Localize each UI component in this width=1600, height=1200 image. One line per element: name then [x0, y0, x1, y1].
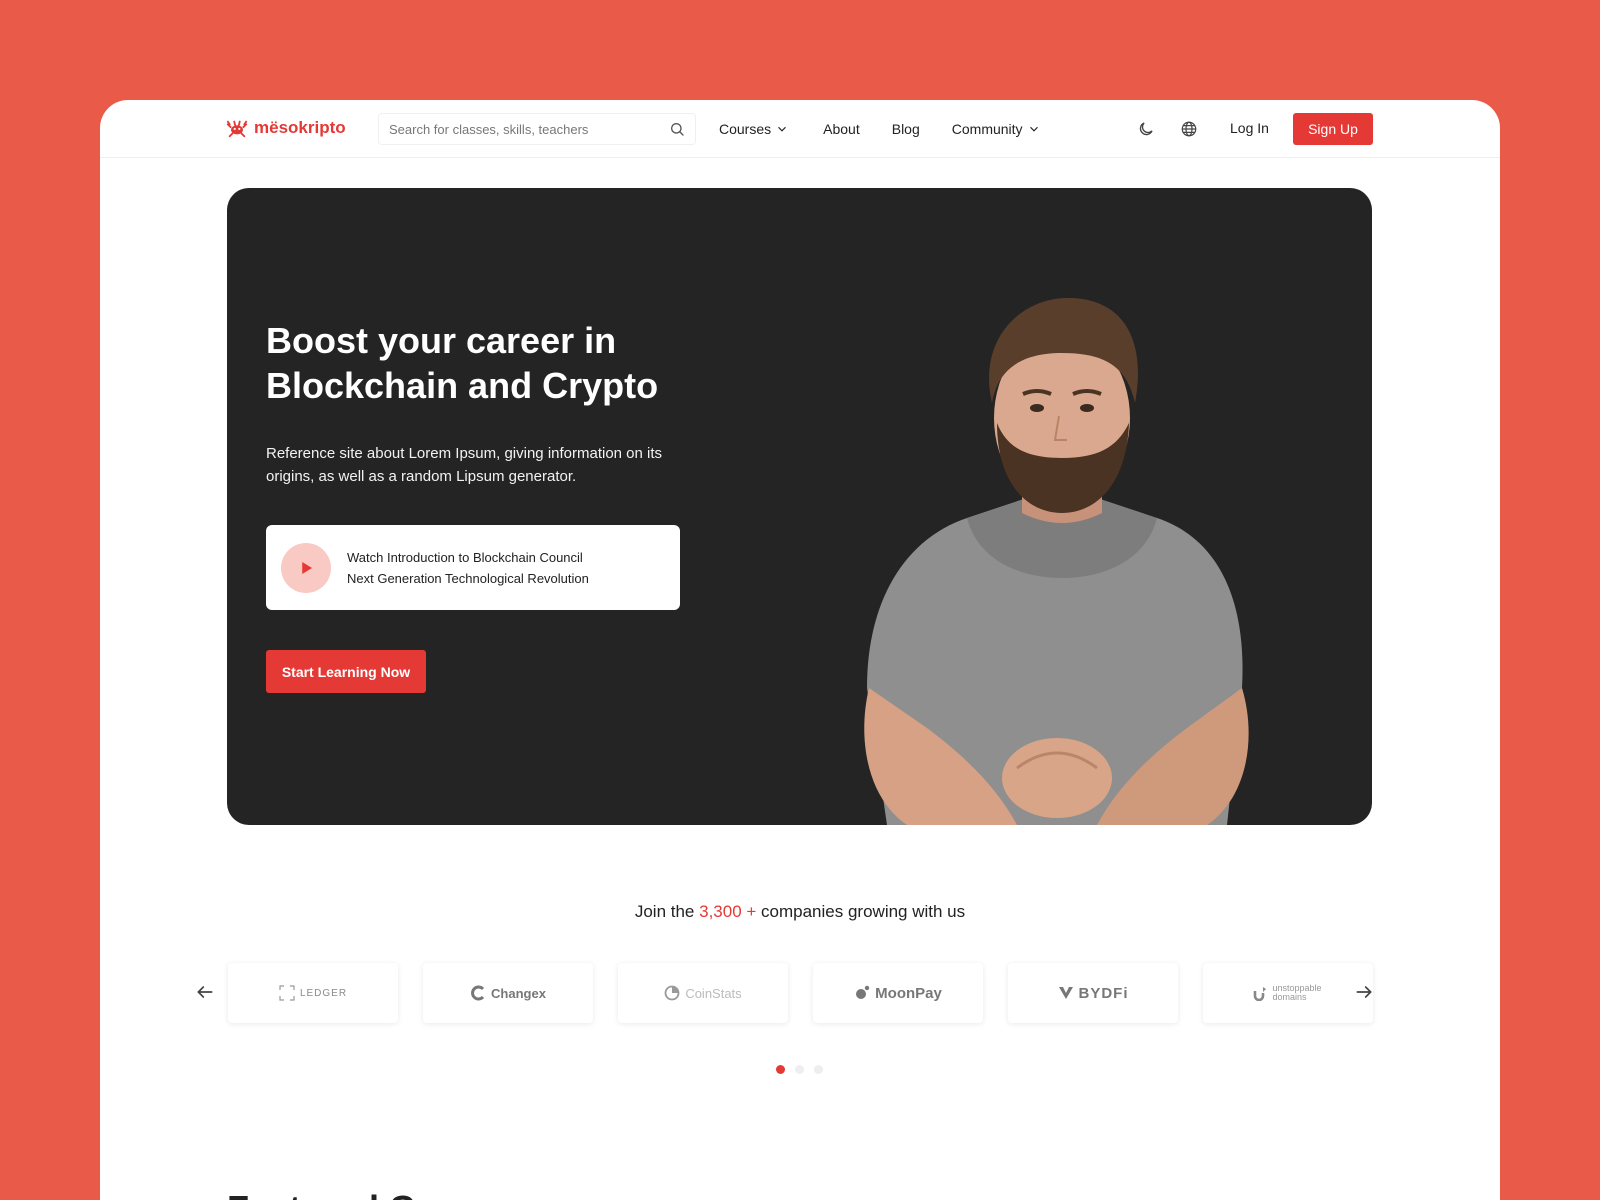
play-icon — [302, 561, 312, 574]
main-nav: Courses About Blog Community — [719, 100, 1041, 158]
brand-name: mësokripto — [254, 118, 346, 137]
company-logo-carousel: LEDGER Changex CoinStats MoonPay BYDFi u… — [228, 963, 1373, 1023]
company-logo-bydfi[interactable]: BYDFi — [1008, 963, 1178, 1023]
arrow-right-icon[interactable] — [1354, 982, 1374, 1002]
search-input[interactable] — [389, 121, 669, 137]
unstoppable-icon — [1253, 987, 1266, 1001]
company-logo-moonpay[interactable]: MoonPay — [813, 963, 983, 1023]
dark-mode-moon-icon[interactable] — [1137, 120, 1155, 138]
nav-about[interactable]: About — [823, 121, 860, 137]
bydfi-icon — [1058, 987, 1073, 999]
login-link[interactable]: Log In — [1230, 120, 1269, 136]
company-name: BYDFi — [1078, 984, 1129, 1002]
changex-icon — [471, 985, 485, 1001]
company-logo-ledger[interactable]: LEDGER — [228, 963, 398, 1023]
search-icon[interactable] — [669, 121, 685, 137]
moonpay-icon — [856, 985, 870, 999]
play-button[interactable] — [281, 542, 331, 593]
company-name: Changex — [491, 985, 546, 1001]
nav-courses[interactable]: Courses — [719, 121, 789, 137]
nav-about-label: About — [823, 121, 860, 137]
arrow-left-icon[interactable] — [195, 982, 215, 1002]
company-name: MoonPay — [875, 984, 942, 1002]
video-subtitle: Next Generation Technological Revolution — [347, 570, 589, 586]
chevron-down-icon — [778, 126, 787, 132]
companies-count: 3,300 + — [699, 902, 757, 921]
nav-courses-label: Courses — [719, 121, 772, 137]
company-name: CoinStats — [685, 985, 742, 1001]
intro-video-card[interactable]: Watch Introduction to Blockchain Council… — [266, 525, 680, 610]
hero-title: Boost your career in Blockchain and Cryp… — [266, 320, 659, 406]
company-logo-changex[interactable]: Changex — [423, 963, 593, 1023]
crab-icon — [226, 120, 248, 138]
coinstats-icon — [664, 985, 680, 1001]
start-learning-button[interactable]: Start Learning Now — [266, 650, 426, 693]
company-logo-unstoppable[interactable]: unstoppable domains — [1203, 963, 1373, 1023]
carousel-pagination — [776, 1065, 823, 1074]
companies-suffix: companies growing with us — [756, 902, 966, 921]
search-bar[interactable] — [378, 113, 696, 145]
brand-logo[interactable]: mësokripto — [226, 117, 346, 139]
companies-prefix: Join the — [634, 902, 700, 921]
video-caption: Watch Introduction to Blockchain Council… — [347, 547, 589, 589]
pagination-dot-1[interactable] — [776, 1065, 785, 1074]
video-title: Watch Introduction to Blockchain Council — [347, 549, 583, 565]
ledger-icon — [279, 985, 295, 1001]
nav-blog[interactable]: Blog — [892, 121, 920, 137]
pagination-dot-3[interactable] — [814, 1065, 823, 1074]
companies-heading: Join the 3,300 + companies growing with … — [100, 902, 1500, 922]
hero-person-photo — [864, 298, 1249, 825]
hero-description: Reference site about Lorem Ipsum, giving… — [266, 445, 663, 485]
pagination-dot-2[interactable] — [795, 1065, 804, 1074]
nav-blog-label: Blog — [891, 121, 920, 137]
browser-window: mësokripto Courses About Blog Community — [100, 100, 1500, 1200]
hero-banner: Boost your career in Blockchain and Cryp… — [227, 188, 1372, 825]
signup-button[interactable]: Sign Up — [1293, 113, 1373, 145]
company-name: LEDGER — [299, 987, 348, 999]
globe-icon[interactable] — [1180, 120, 1198, 138]
navbar: mësokripto Courses About Blog Community — [100, 100, 1500, 158]
nav-community-label: Community — [951, 121, 1023, 137]
company-logo-coinstats[interactable]: CoinStats — [618, 963, 788, 1023]
nav-community[interactable]: Community — [952, 121, 1041, 137]
featured-courses-heading: Featured Courses — [227, 1188, 533, 1200]
chevron-down-icon — [1029, 126, 1038, 132]
company-name: unstoppable domains — [1272, 983, 1322, 1002]
